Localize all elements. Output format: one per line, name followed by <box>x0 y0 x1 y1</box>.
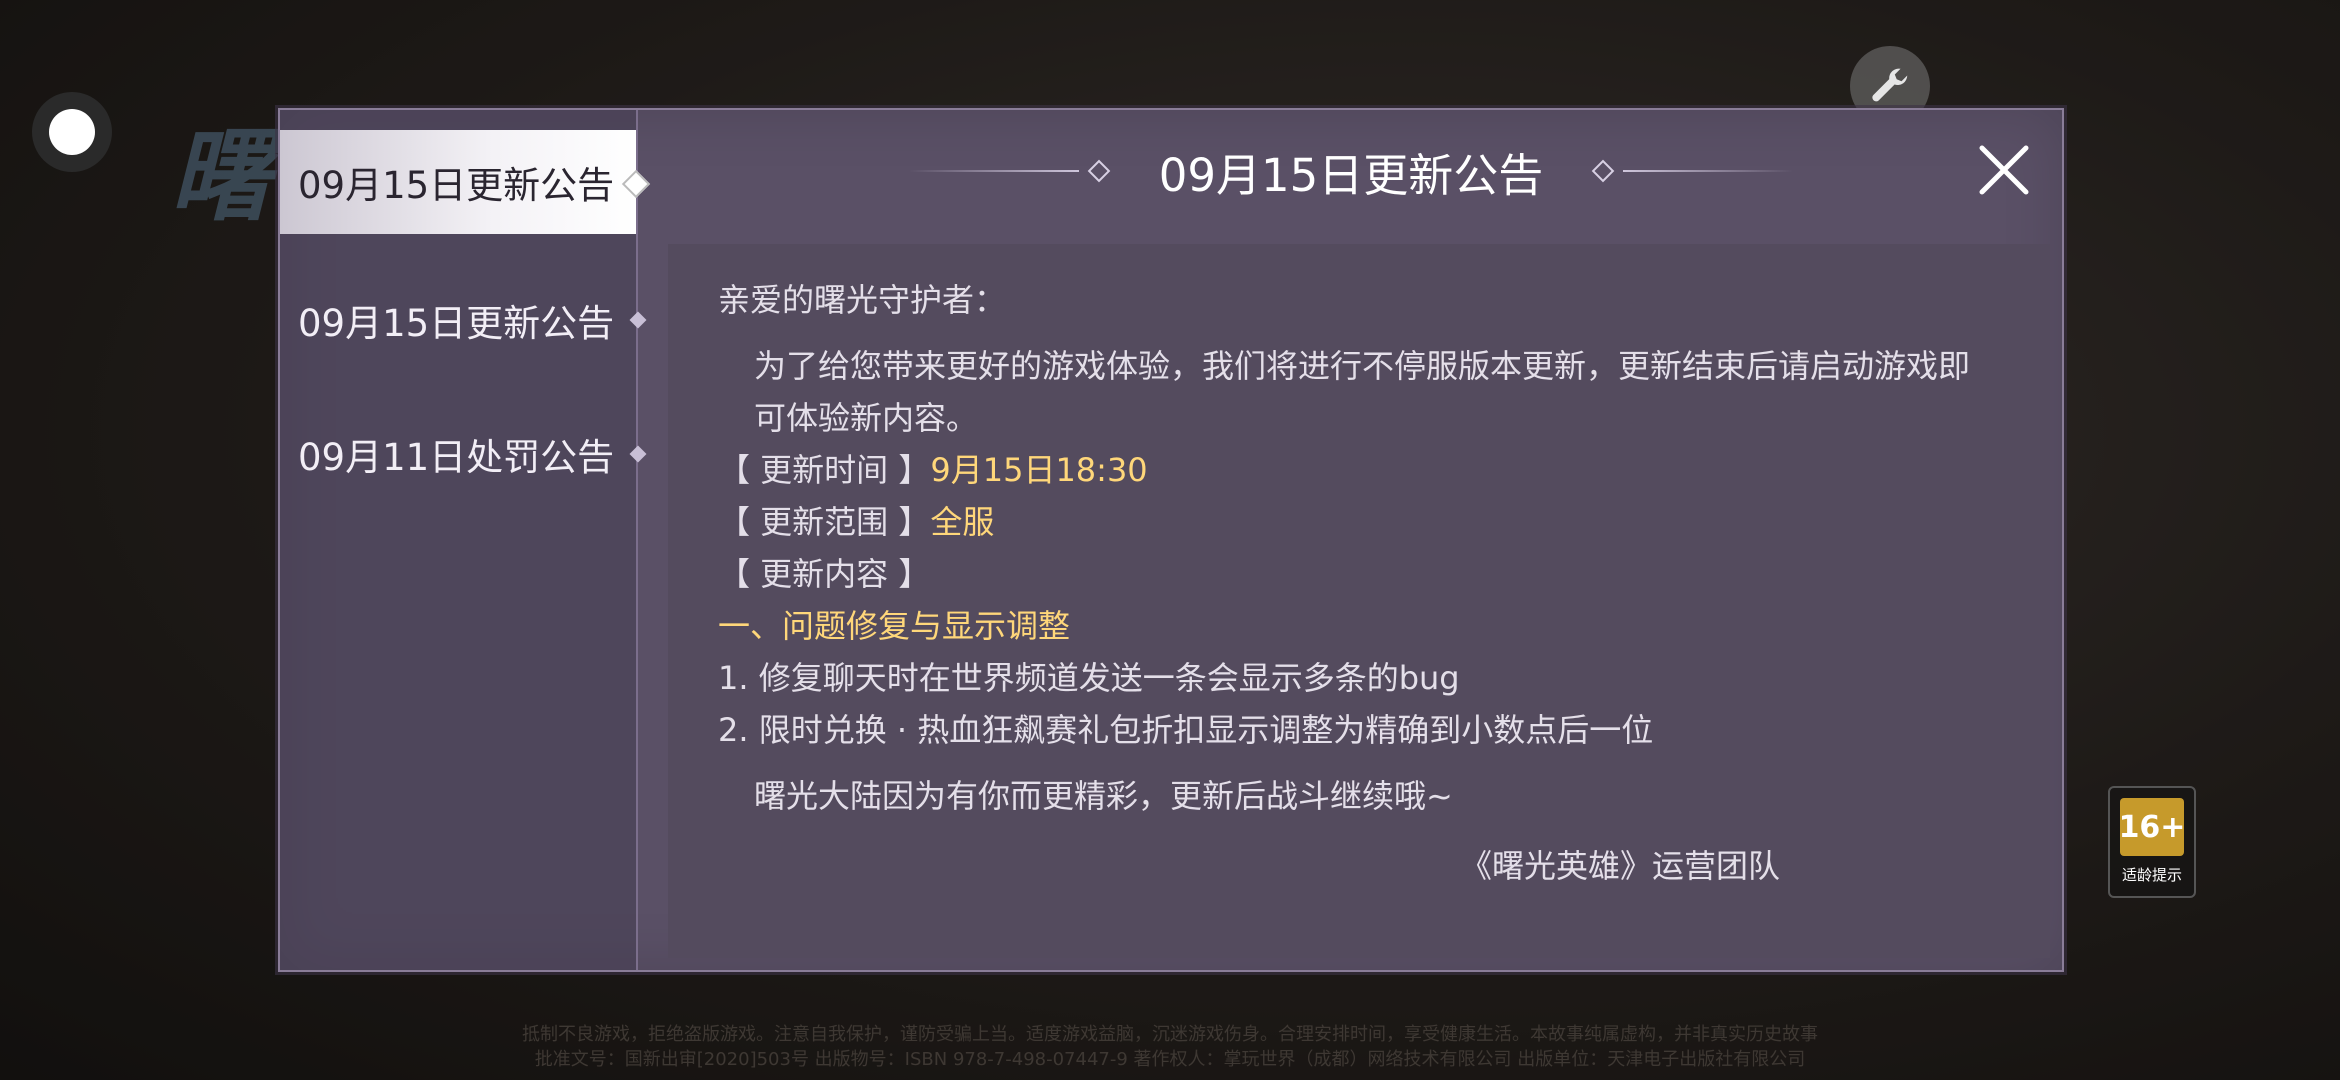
tab-label: 09月15日更新公告 <box>298 164 615 207</box>
title-diamond-icon <box>1087 159 1111 183</box>
tab-diamond-icon <box>629 445 647 463</box>
update-content-label: 【 更新内容 】 <box>718 555 931 593</box>
record-dot-icon <box>49 109 95 155</box>
list-item: 2. 限时兑换 · 热血狂飙赛礼包折扣显示调整为精确到小数点后一位 <box>718 711 1654 749</box>
dialog-title: 09月15日更新公告 <box>1158 148 1544 202</box>
tab-label: 09月15日更新公告 <box>298 302 615 345</box>
tab-announcement-0911-penalty[interactable]: 09月11日处罚公告 <box>280 402 647 506</box>
tab-announcement-0915-second[interactable]: 09月15日更新公告 <box>280 268 647 372</box>
update-time-row: 【 更新时间 】9月15日18:30 <box>718 444 2000 496</box>
signature-text: 《曙光英雄》运营团队 <box>1459 847 1780 885</box>
close-button[interactable] <box>1974 140 2034 200</box>
title-divider-left <box>908 170 1079 172</box>
section-title: 一、问题修复与显示调整 <box>718 607 1071 645</box>
game-logo: 曙 <box>170 118 274 235</box>
footer-notice-line2: 批准文号：国新出审[2020]503号 出版物号：ISBN 978-7-498-… <box>534 1049 1806 1070</box>
tab-diamond-icon <box>629 311 647 329</box>
wrench-icon <box>1872 68 1908 102</box>
title-diamond-icon <box>1591 159 1615 183</box>
age-rating-badge[interactable]: 16+ 适龄提示 <box>2108 786 2196 898</box>
update-scope-value: 全服 <box>930 503 995 541</box>
announcement-body: 亲爱的曙光守护者： 为了给您带来更好的游戏体验，我们将进行不停服版本更新，更新结… <box>668 244 2050 958</box>
floating-record-button[interactable] <box>32 92 112 172</box>
intro-text: 为了给您带来更好的游戏体验，我们将进行不停服版本更新，更新结束后请启动游戏即可体… <box>754 347 1971 437</box>
update-scope-row: 【 更新范围 】全服 <box>718 496 2000 548</box>
update-time-value: 9月15日18:30 <box>930 451 1148 489</box>
greeting-text: 亲爱的曙光守护者： <box>718 281 1007 319</box>
list-item: 1. 修复聊天时在世界频道发送一条会显示多条的bug <box>718 659 1460 697</box>
announcement-dialog: 09月15日更新公告 09月15日更新公告 09月11日处罚公告 09月15日更… <box>278 108 2064 972</box>
age-rating-label: 适龄提示 <box>2121 866 2182 884</box>
closing-text: 曙光大陆因为有你而更精彩，更新后战斗继续哦~ <box>754 777 1453 815</box>
update-time-label: 【 更新时间 】 <box>718 451 931 489</box>
footer-notice-line1: 抵制不良游戏，拒绝盗版游戏。注意自我保护，谨防受骗上当。适度游戏益脑，沉迷游戏伤… <box>522 1024 1818 1045</box>
announcement-tab-list: 09月15日更新公告 09月15日更新公告 09月11日处罚公告 <box>280 110 651 970</box>
age-rating-number: 16+ <box>2119 798 2185 856</box>
update-scope-label: 【 更新范围 】 <box>718 503 931 541</box>
title-divider-right <box>1623 170 1794 172</box>
close-icon <box>1979 145 2029 195</box>
dialog-header: 09月15日更新公告 <box>636 140 2066 202</box>
tab-announcement-0915-first[interactable]: 09月15日更新公告 <box>280 130 651 234</box>
tab-label: 09月11日处罚公告 <box>298 436 615 479</box>
